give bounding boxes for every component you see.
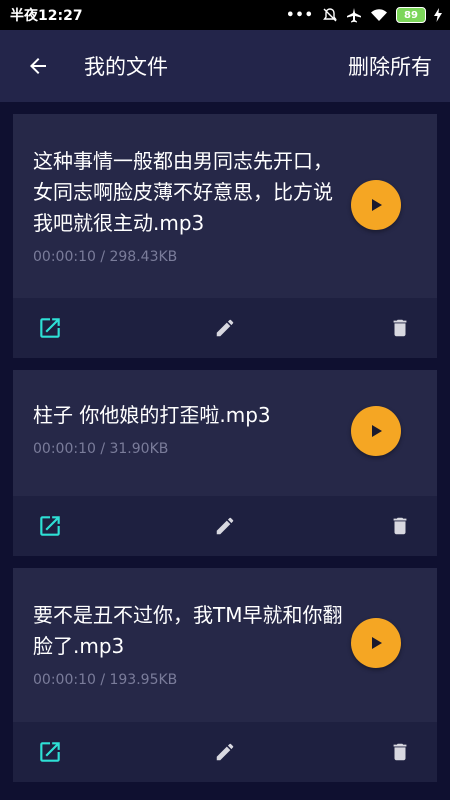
- pencil-icon: [216, 517, 234, 535]
- charging-icon: [434, 8, 442, 22]
- file-meta: 00:00:10 / 193.95KB: [33, 672, 178, 688]
- mute-alarm-icon: [323, 8, 337, 22]
- battery-indicator: 89: [396, 7, 426, 23]
- arrow-left-icon: [30, 58, 46, 74]
- file-name: 要不是丑不过你，我TM早就和你翻脸了.mp3: [33, 603, 343, 658]
- file-name: 这种事情一般都由男同志先开口，女同志啊脸皮薄不好意思，比方说我吧就很主动.mp3: [33, 149, 333, 235]
- delete-all-button[interactable]: 删除所有: [348, 51, 450, 81]
- play-icon: [372, 425, 382, 437]
- edit-button[interactable]: [210, 313, 240, 343]
- trash-icon: [393, 743, 407, 761]
- status-time: 半夜12:27: [10, 8, 83, 24]
- file-card: 柱子 你他娘的打歪啦.mp3 00:00:10 / 31.90KB: [13, 370, 437, 556]
- play-button[interactable]: [351, 406, 401, 456]
- play-icon: [372, 637, 382, 649]
- play-button[interactable]: [351, 618, 401, 668]
- file-list: 这种事情一般都由男同志先开口，女同志啊脸皮薄不好意思，比方说我吧就很主动.mp3…: [0, 102, 450, 800]
- play-icon: [372, 199, 382, 211]
- file-meta: 00:00:10 / 298.43KB: [33, 249, 178, 265]
- file-card: 要不是丑不过你，我TM早就和你翻脸了.mp3 00:00:10 / 193.95…: [13, 568, 437, 782]
- app-bar: 我的文件 删除所有: [0, 30, 450, 102]
- file-name: 柱子 你他娘的打歪啦.mp3: [33, 403, 271, 427]
- trash-icon: [393, 517, 407, 535]
- wifi-icon: [371, 9, 387, 21]
- trash-icon: [393, 319, 407, 337]
- page-title: 我的文件: [84, 55, 168, 79]
- delete-button[interactable]: [385, 511, 415, 541]
- file-meta: 00:00:10 / 31.90KB: [33, 441, 169, 457]
- pencil-icon: [216, 743, 234, 761]
- notification-dots: •••: [286, 7, 314, 23]
- status-icons: ••• 89: [286, 7, 442, 23]
- open-external-icon: [40, 516, 60, 536]
- status-bar: 半夜12:27 ••• 89: [0, 0, 450, 30]
- delete-button[interactable]: [385, 313, 415, 343]
- play-button[interactable]: [351, 180, 401, 230]
- airplane-icon: [347, 8, 361, 23]
- open-button[interactable]: [35, 737, 65, 767]
- open-button[interactable]: [35, 313, 65, 343]
- file-card: 这种事情一般都由男同志先开口，女同志啊脸皮薄不好意思，比方说我吧就很主动.mp3…: [13, 114, 437, 358]
- file-actions: [13, 722, 437, 782]
- edit-button[interactable]: [210, 511, 240, 541]
- edit-button[interactable]: [210, 737, 240, 767]
- file-actions: [13, 496, 437, 556]
- open-external-icon: [40, 318, 60, 338]
- file-actions: [13, 298, 437, 358]
- delete-button[interactable]: [385, 737, 415, 767]
- open-external-icon: [40, 742, 60, 762]
- pencil-icon: [216, 319, 234, 337]
- open-button[interactable]: [35, 511, 65, 541]
- back-button[interactable]: [0, 30, 76, 102]
